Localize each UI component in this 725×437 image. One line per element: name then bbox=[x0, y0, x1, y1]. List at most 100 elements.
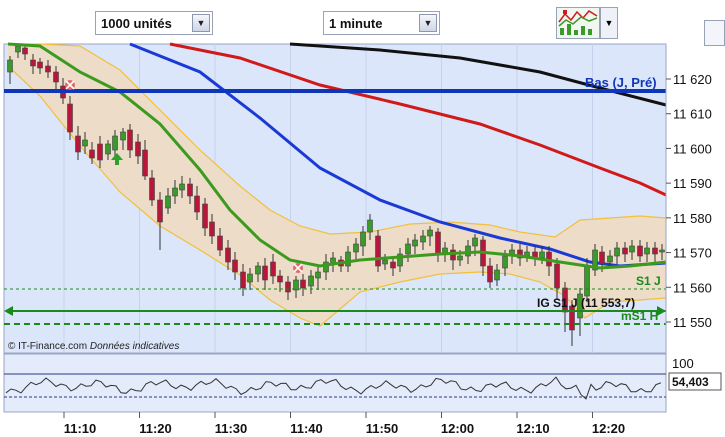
candle-down bbox=[599, 251, 605, 265]
candle-down bbox=[75, 135, 81, 153]
candle-up bbox=[629, 245, 635, 253]
candle-up bbox=[472, 237, 478, 247]
price-tick-label: 11 550 bbox=[673, 315, 712, 330]
candle-down bbox=[300, 279, 306, 289]
price-tick-label: 11 620 bbox=[673, 72, 712, 87]
candle-down bbox=[262, 265, 268, 281]
candle-down bbox=[157, 199, 163, 223]
candle-up bbox=[120, 131, 126, 141]
candle-up bbox=[539, 251, 545, 259]
candle-up bbox=[255, 265, 261, 275]
candle-down bbox=[285, 281, 291, 293]
candle-down bbox=[135, 141, 141, 157]
candle-down bbox=[450, 249, 456, 261]
candle-up bbox=[405, 243, 411, 255]
candle-up bbox=[345, 251, 351, 267]
candle-up bbox=[315, 271, 321, 279]
time-tick-label: 11:20 bbox=[139, 421, 172, 436]
time-axis: 11:10 11:20 11:30 11:40 11:50 12:00 12:10 12:20 bbox=[63, 412, 625, 436]
candle-down bbox=[22, 47, 28, 55]
candle-down bbox=[30, 59, 36, 67]
candle-down bbox=[89, 149, 95, 159]
candle-up bbox=[427, 229, 433, 237]
price-tick-label: 11 570 bbox=[673, 246, 712, 261]
candle-up bbox=[82, 139, 88, 147]
candle-up bbox=[412, 239, 418, 247]
oscillator-top-label: 100 bbox=[672, 356, 694, 371]
candle-down bbox=[435, 231, 441, 255]
candle-down bbox=[187, 183, 193, 197]
price-tick-label: 11 610 bbox=[673, 107, 712, 122]
candle-down bbox=[37, 61, 43, 69]
price-tick-label: 11 560 bbox=[673, 280, 712, 295]
candle-up bbox=[165, 195, 171, 209]
candle-up bbox=[308, 275, 314, 287]
candle-down bbox=[45, 65, 51, 73]
price-axis: 11 620 11 610 11 600 11 590 11 580 11 570 11 5… bbox=[666, 72, 712, 330]
level-ms1h-label: mS1 H bbox=[621, 309, 658, 323]
oscillator-panel bbox=[3, 353, 667, 413]
candle-up bbox=[367, 219, 373, 233]
time-tick-label: 11:40 bbox=[290, 421, 323, 436]
candle-down bbox=[202, 203, 208, 229]
candle-down bbox=[240, 271, 246, 289]
candle-down bbox=[375, 235, 381, 267]
candle-down bbox=[225, 247, 231, 263]
candle-up bbox=[659, 249, 665, 253]
candle-up bbox=[644, 247, 650, 255]
candle-down bbox=[622, 247, 628, 255]
time-tick-label: 11:50 bbox=[366, 421, 399, 436]
price-tick-label: 11 590 bbox=[673, 176, 712, 191]
time-tick-label: 12:20 bbox=[592, 421, 625, 436]
price-tick-label: 11 580 bbox=[673, 211, 712, 226]
time-tick-label: 12:00 bbox=[441, 421, 474, 436]
sell-signal-icon bbox=[293, 263, 303, 273]
candle-down bbox=[232, 259, 238, 273]
candle-down bbox=[53, 71, 59, 83]
candle-up bbox=[179, 183, 185, 191]
time-tick-label: 12:10 bbox=[516, 421, 549, 436]
candle-down bbox=[194, 195, 200, 213]
candle-up bbox=[15, 45, 21, 53]
candle-down bbox=[149, 177, 155, 201]
candle-down bbox=[390, 261, 396, 269]
candle-up bbox=[465, 245, 471, 257]
candle-down bbox=[97, 143, 103, 161]
candle-up bbox=[360, 231, 366, 247]
time-tick-label: 11:30 bbox=[215, 421, 248, 436]
candle-down bbox=[217, 235, 223, 251]
candle-up bbox=[7, 59, 13, 73]
candle-up bbox=[614, 247, 620, 257]
candle-down bbox=[142, 149, 148, 177]
candle-down bbox=[127, 129, 133, 151]
level-s1j-label: S1 J bbox=[636, 274, 661, 288]
candle-down bbox=[487, 265, 493, 283]
candle-up bbox=[420, 235, 426, 243]
level-ig-label: IG S1 J (11 553,7) bbox=[537, 296, 635, 310]
candle-up bbox=[382, 259, 388, 265]
price-tick-label: 11 600 bbox=[673, 141, 712, 156]
candle-up bbox=[353, 243, 359, 253]
candle-up bbox=[457, 255, 463, 261]
candle-down bbox=[209, 221, 215, 237]
candle-up bbox=[494, 269, 500, 281]
candle-up bbox=[247, 273, 253, 283]
oscillator-value: 54,403 bbox=[672, 375, 709, 389]
copyright-text: © IT-Finance.com Données indicatives bbox=[8, 341, 179, 352]
candle-up bbox=[502, 255, 508, 269]
candle-up bbox=[105, 143, 111, 155]
candle-down bbox=[67, 103, 73, 133]
candle-up bbox=[172, 187, 178, 197]
sell-signal-icon bbox=[65, 80, 75, 90]
candle-up bbox=[112, 135, 118, 151]
candle-down bbox=[637, 245, 643, 257]
candle-up bbox=[584, 265, 590, 297]
level-bas-label: Bas (J, Pré) bbox=[585, 75, 657, 90]
price-chart: Bas (J, Pré) S1 J IG S1 J (11 553,7) mS1… bbox=[3, 42, 722, 436]
time-tick-label: 11:10 bbox=[64, 421, 97, 436]
candle-down bbox=[277, 275, 283, 283]
candle-up bbox=[607, 255, 613, 263]
candle-down bbox=[554, 263, 560, 289]
candle-down bbox=[270, 261, 276, 277]
candle-down bbox=[652, 247, 658, 255]
